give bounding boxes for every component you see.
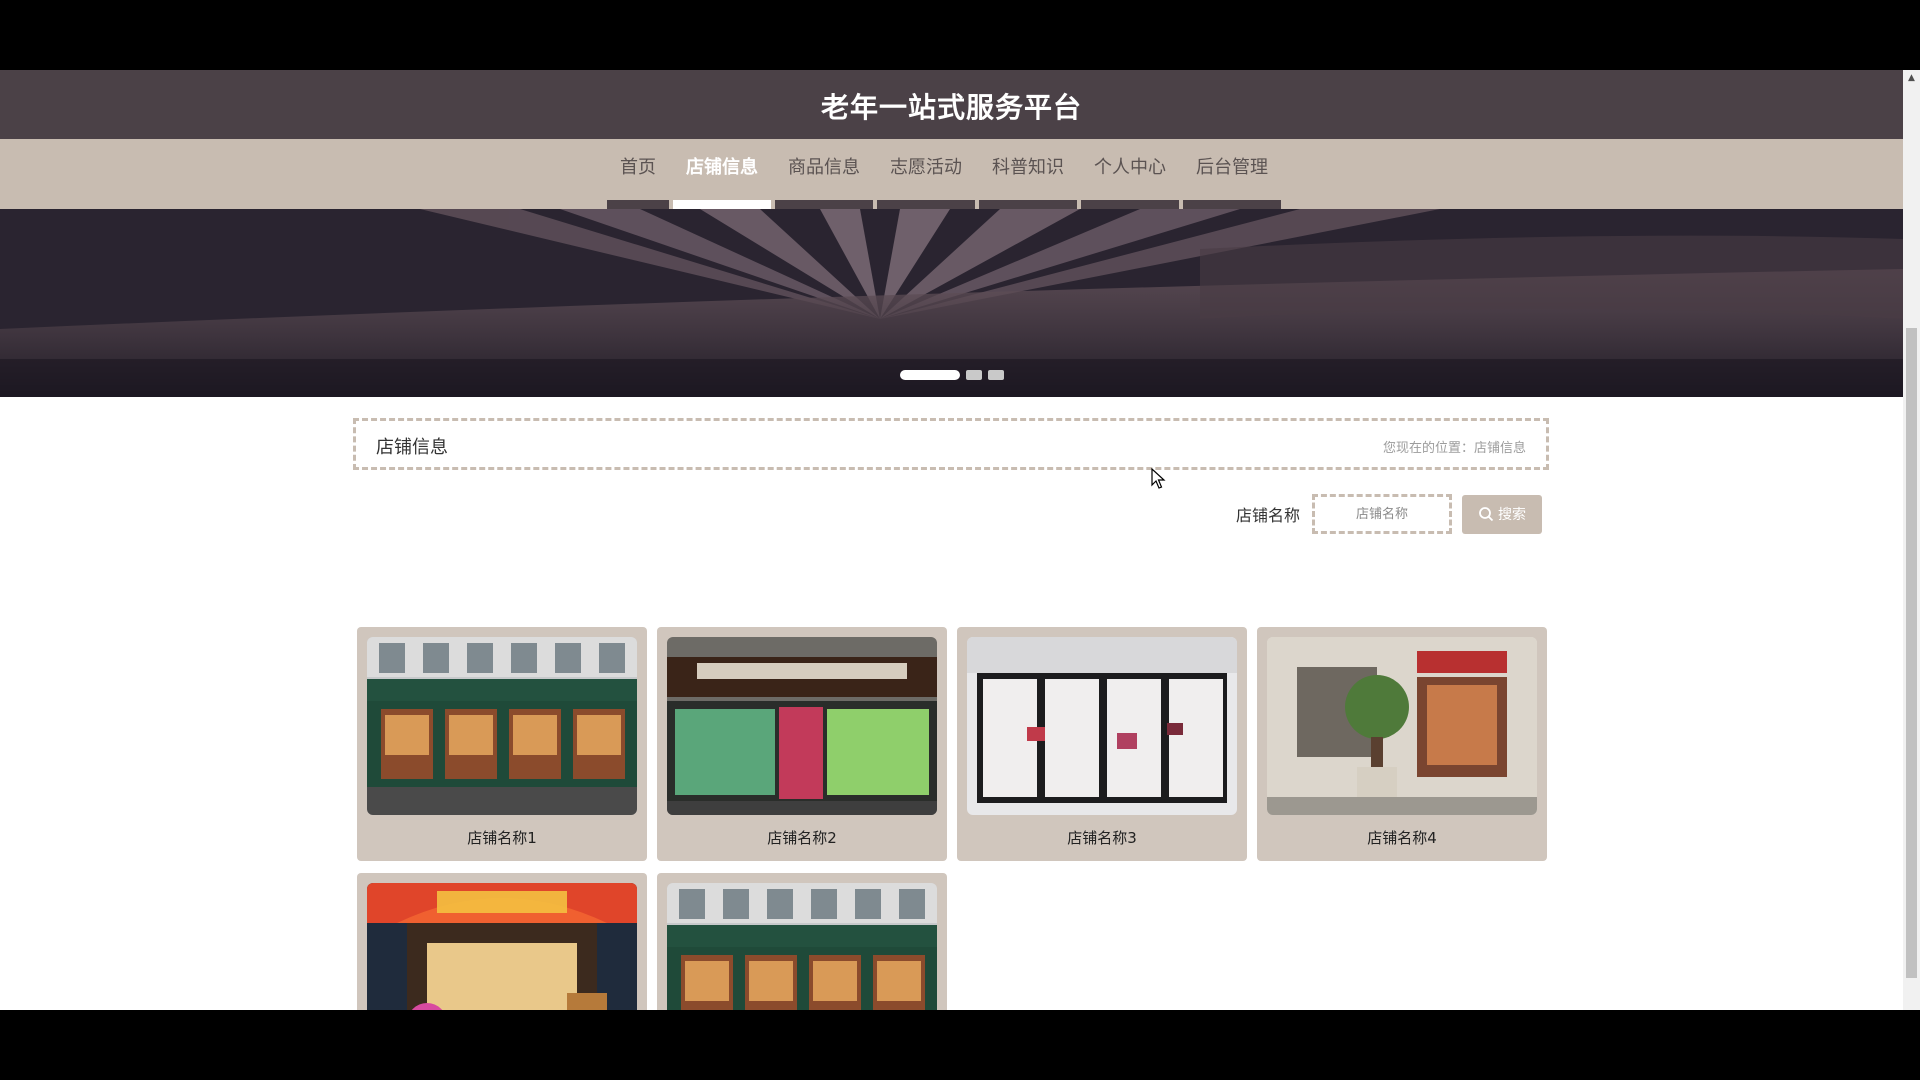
shop-name-input[interactable] [1312, 494, 1453, 534]
shop-image [1267, 637, 1537, 815]
shop-image [667, 637, 937, 815]
nav-item-label: 商品信息 [788, 157, 860, 178]
nav-item-4[interactable]: 科普知识 [979, 139, 1077, 209]
shop-image [367, 883, 637, 1010]
shop-card-6[interactable]: 店铺名称6 [657, 873, 947, 1010]
search-button[interactable]: 搜索 [1462, 494, 1543, 534]
shop-card-4[interactable]: 店铺名称4 [1257, 627, 1547, 861]
search-bar: 店铺名称 搜索 [1236, 493, 1543, 535]
nav-item-underline [979, 200, 1077, 209]
current-position: 您现在的位置：店铺信息 [1382, 441, 1526, 456]
nav-item-label: 店铺信息 [686, 157, 758, 178]
search-icon [1479, 507, 1494, 522]
shop-thumbnail[interactable] [1267, 637, 1537, 815]
nav-items: 首页 店铺信息 商品信息 志愿活动 科普知识 个人中心 后台管理 [607, 139, 1285, 209]
shop-name: 店铺名称2 [767, 829, 837, 847]
banner-carousel[interactable] [0, 209, 1903, 397]
shop-image [367, 637, 637, 815]
nav-item-label: 后台管理 [1196, 157, 1268, 178]
shop-card-1[interactable]: 店铺名称1 [357, 627, 647, 861]
shop-image [967, 637, 1237, 815]
nav-item-6[interactable]: 后台管理 [1183, 139, 1281, 209]
shop-thumbnail[interactable] [967, 637, 1237, 815]
nav-item-underline [877, 200, 975, 209]
shop-card-3[interactable]: 店铺名称3 [957, 627, 1247, 861]
nav-item-0[interactable]: 首页 [607, 139, 669, 209]
breadcrumb: 店铺信息 您现在的位置：店铺信息 [353, 418, 1549, 470]
carousel-dots [900, 370, 1010, 380]
nav-item-label: 科普知识 [992, 157, 1064, 178]
shop-name: 店铺名称4 [1367, 829, 1437, 847]
nav-item-5[interactable]: 个人中心 [1081, 139, 1179, 209]
nav-item-1[interactable]: 店铺信息 [673, 139, 771, 209]
shop-card-5[interactable]: 店铺名称5 [357, 873, 647, 1010]
search-button-label: 搜索 [1498, 507, 1527, 523]
vertical-scrollbar[interactable]: ▲ [1903, 70, 1920, 1010]
carousel-dot-2[interactable] [966, 370, 982, 380]
shop-image [667, 883, 937, 1010]
search-label: 店铺名称 [1236, 506, 1301, 525]
nav-item-underline [1081, 200, 1179, 209]
nav-item-label: 个人中心 [1094, 157, 1166, 178]
nav-item-label: 志愿活动 [890, 157, 962, 178]
section-title: 店铺信息 [376, 437, 448, 458]
shop-name: 店铺名称3 [1067, 829, 1137, 847]
scroll-up-icon[interactable]: ▲ [1903, 70, 1920, 87]
nav-item-underline [607, 200, 669, 209]
nav-item-underline [1183, 200, 1281, 209]
main-nav: 首页 店铺信息 商品信息 志愿活动 科普知识 个人中心 后台管理 [0, 139, 1903, 209]
browser-viewport: 老年一站式服务平台 首页 店铺信息 商品信息 志愿活动 科普知识 个人中心 后台管理 [0, 70, 1903, 1010]
nav-item-label: 首页 [620, 157, 656, 178]
scrollbar-thumb[interactable] [1906, 328, 1917, 978]
nav-item-underline [673, 200, 771, 209]
shop-thumbnail[interactable] [667, 883, 937, 1010]
banner-book-image [0, 209, 1903, 397]
nav-item-2[interactable]: 商品信息 [775, 139, 873, 209]
shop-thumbnail[interactable] [667, 637, 937, 815]
shop-thumbnail[interactable] [367, 883, 637, 1010]
nav-item-3[interactable]: 志愿活动 [877, 139, 975, 209]
shop-card-2[interactable]: 店铺名称2 [657, 627, 947, 861]
nav-item-underline [775, 200, 873, 209]
carousel-dot-1[interactable] [900, 370, 960, 380]
carousel-dot-3[interactable] [988, 370, 1004, 380]
site-header: 老年一站式服务平台 [0, 70, 1903, 139]
mouse-cursor-icon [1151, 468, 1166, 489]
shop-name: 店铺名称1 [467, 829, 537, 847]
site-title: 老年一站式服务平台 [820, 91, 1082, 124]
shop-thumbnail[interactable] [367, 637, 637, 815]
